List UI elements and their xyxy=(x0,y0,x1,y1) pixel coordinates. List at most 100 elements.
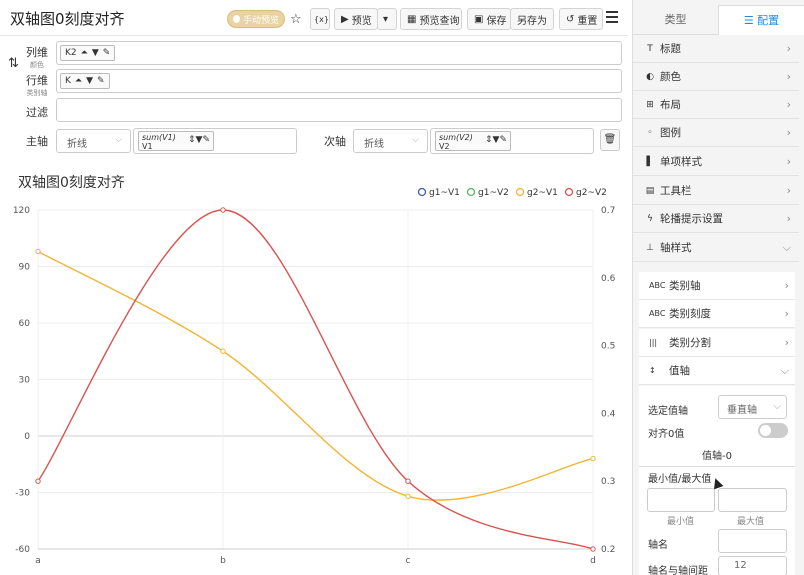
favorite-star-icon[interactable]: ☆ xyxy=(290,8,308,30)
tab-config[interactable]: ☰ 配置 xyxy=(718,5,804,35)
chevron-right-icon: › xyxy=(784,336,789,349)
section-color[interactable]: ◐ 颜色 › xyxy=(633,63,799,91)
primary-measure-field[interactable]: sum(V1) V1 ⇕▼✎ xyxy=(133,128,297,154)
data-point xyxy=(220,207,226,213)
caret-down-icon: ▾ xyxy=(383,13,389,25)
section-carousel-tooltip[interactable]: ϟ 轮播提示设置 › xyxy=(633,205,799,233)
subsection-value-axis[interactable]: ↕ 值轴 ⌵ xyxy=(639,357,795,385)
measure-pill-v2[interactable]: sum(V2) V2 ⇕▼✎ xyxy=(435,131,511,151)
manual-preview-toggle[interactable]: 手动预览 xyxy=(227,10,285,28)
play-icon: ▶ xyxy=(341,13,349,25)
y2-tick-label: 0.5 xyxy=(601,342,615,352)
edit-icon[interactable]: ✎ xyxy=(103,48,111,58)
title-bar: 双轴图0刻度对齐 手动预览 ☆ {x} ▶ 预览 ▾ ▦ 预览查询 ▣ 保存 另存为 … xyxy=(0,0,628,36)
row-dim-label: 行维 类别轴 xyxy=(26,74,48,97)
section-title[interactable]: T 标题 › xyxy=(633,35,799,63)
axis-gap-input[interactable]: 12 xyxy=(718,556,787,575)
chart-editor: 双轴图0刻度对齐 手动预览 ☆ {x} ▶ 预览 ▾ ▦ 预览查询 ▣ 保存 另存为 … xyxy=(0,0,628,575)
min-max-label: 最小值/最大值 xyxy=(648,474,712,485)
filter-field[interactable] xyxy=(56,98,622,122)
primary-chart-type-select[interactable]: 折线 ⌵ xyxy=(56,129,131,153)
preview-query-button[interactable]: ▦ 预览查询 xyxy=(400,8,462,30)
edit-icon[interactable]: ✎ xyxy=(97,76,105,86)
legend-label: g2~V2 xyxy=(576,188,607,198)
preview-button[interactable]: ▶ 预览 xyxy=(334,8,378,30)
y2-tick-label: 0.3 xyxy=(601,477,615,487)
config-panel: 类型 ☰ 配置 T 标题 › ◐ 颜色 › ⊞ 布局 › ◦ 图例 › ▌ 单项样式 › ▤ 工具栏 ›… xyxy=(632,0,804,575)
x-tick-label: a xyxy=(35,556,41,566)
save-as-button[interactable]: 另存为 xyxy=(510,8,554,30)
secondary-chart-type-select[interactable]: 折线 ⌵ xyxy=(353,129,428,153)
sliders-icon: ☰ xyxy=(743,14,758,27)
field-pill-k[interactable]: K ⏶ ▼ ✎ xyxy=(60,73,110,89)
min-value-input[interactable] xyxy=(647,488,715,512)
field-pill-k2[interactable]: K2 ⏶ ▼ ✎ xyxy=(60,45,116,61)
chevron-right-icon: › xyxy=(786,212,791,225)
chevron-right-icon: › xyxy=(786,155,791,168)
secondary-axis-label: 次轴 xyxy=(324,135,346,148)
selected-axis-select[interactable]: 垂直轴 ⌵ xyxy=(718,395,787,419)
selected-axis-label: 选定值轴 xyxy=(648,406,688,417)
sort-filter-edit-icons[interactable]: ⇕▼✎ xyxy=(485,136,507,145)
layout-icon: ⊞ xyxy=(646,99,654,110)
max-value-input[interactable] xyxy=(718,488,787,512)
menu-icon[interactable] xyxy=(606,11,618,23)
data-point xyxy=(35,248,41,255)
section-legend[interactable]: ◦ 图例 › xyxy=(633,119,799,147)
sort-asc-icon[interactable]: ⏶ xyxy=(81,48,88,58)
value-axis-icon: ↕ xyxy=(649,366,656,375)
preview-dropdown-button[interactable]: ▾ xyxy=(377,8,397,30)
sort-filter-edit-icons[interactable]: ⇕▼✎ xyxy=(188,136,210,145)
subsection-category-axis[interactable]: ABC 类别轴 › xyxy=(639,272,795,300)
save-button[interactable]: ▣ 保存 xyxy=(467,8,511,30)
sort-asc-icon[interactable]: ⏶ xyxy=(75,76,82,86)
chevron-down-icon: ⌵ xyxy=(782,240,791,254)
section-axis-style[interactable]: ⊥ 轴样式 ⌵ xyxy=(633,234,799,262)
y-tick-label: -60 xyxy=(15,545,30,555)
row-dim-field[interactable]: K ⏶ ▼ ✎ xyxy=(56,69,622,93)
chevron-down-icon: ⌵ xyxy=(115,135,122,145)
delete-icon[interactable]: 🗑 xyxy=(600,129,620,151)
legend-label: g1~V1 xyxy=(429,188,460,198)
measure-pill-v1[interactable]: sum(V1) V1 ⇕▼✎ xyxy=(138,131,214,151)
reset-button[interactable]: ↺ 重置 xyxy=(559,8,603,30)
section-item-style[interactable]: ▌ 单项样式 › xyxy=(633,148,799,176)
section-toolbar[interactable]: ▤ 工具栏 › xyxy=(633,177,799,205)
max-value-caption: 最大值 xyxy=(737,517,765,527)
align-zero-label: 对齐0值 xyxy=(648,429,685,440)
query-icon: ▦ xyxy=(407,13,417,25)
section-layout[interactable]: ⊞ 布局 › xyxy=(633,91,799,119)
y2-tick-label: 0.6 xyxy=(601,274,616,284)
chevron-down-icon: ⌵ xyxy=(780,363,789,377)
align-zero-toggle[interactable] xyxy=(758,423,788,438)
chevron-right-icon: › xyxy=(786,42,791,55)
filter-label: 过滤 xyxy=(26,106,48,119)
axis-name-input[interactable] xyxy=(718,529,787,553)
chevron-right-icon: › xyxy=(784,307,789,320)
data-point xyxy=(590,546,596,552)
chevron-right-icon: › xyxy=(786,126,791,139)
legend-marker xyxy=(417,187,427,197)
axis-gap-label: 轴名与轴间距 xyxy=(648,566,708,575)
variable-button[interactable]: {x} xyxy=(310,8,330,30)
x-tick-label: c xyxy=(406,556,411,566)
split-lines-icon: ||| xyxy=(649,338,658,347)
legend-label: g1~V2 xyxy=(478,188,509,198)
data-point xyxy=(220,348,226,354)
legend-label: g2~V1 xyxy=(527,188,558,198)
category-axis-icon: ABC xyxy=(649,281,666,290)
filter-icon[interactable]: ▼ xyxy=(86,76,93,86)
y-tick-label: 120 xyxy=(13,206,30,216)
chevron-right-icon: › xyxy=(786,98,791,111)
subsection-category-split[interactable]: ||| 类别分割 › xyxy=(639,329,795,357)
swap-axes-icon[interactable]: ⇅ xyxy=(8,56,19,71)
category-ticks-icon: ABC xyxy=(649,309,666,318)
primary-axis-label: 主轴 xyxy=(26,135,48,148)
legend-marker xyxy=(466,187,476,197)
filter-icon[interactable]: ▼ xyxy=(92,48,99,58)
subsection-category-ticks[interactable]: ABC 类别刻度 › xyxy=(639,300,795,328)
tab-type[interactable]: 类型 xyxy=(633,5,718,35)
column-dim-field[interactable]: K2 ⏶ ▼ ✎ xyxy=(56,41,622,65)
y-tick-label: 90 xyxy=(19,263,31,273)
secondary-measure-field[interactable]: sum(V2) V2 ⇕▼✎ xyxy=(430,128,594,154)
